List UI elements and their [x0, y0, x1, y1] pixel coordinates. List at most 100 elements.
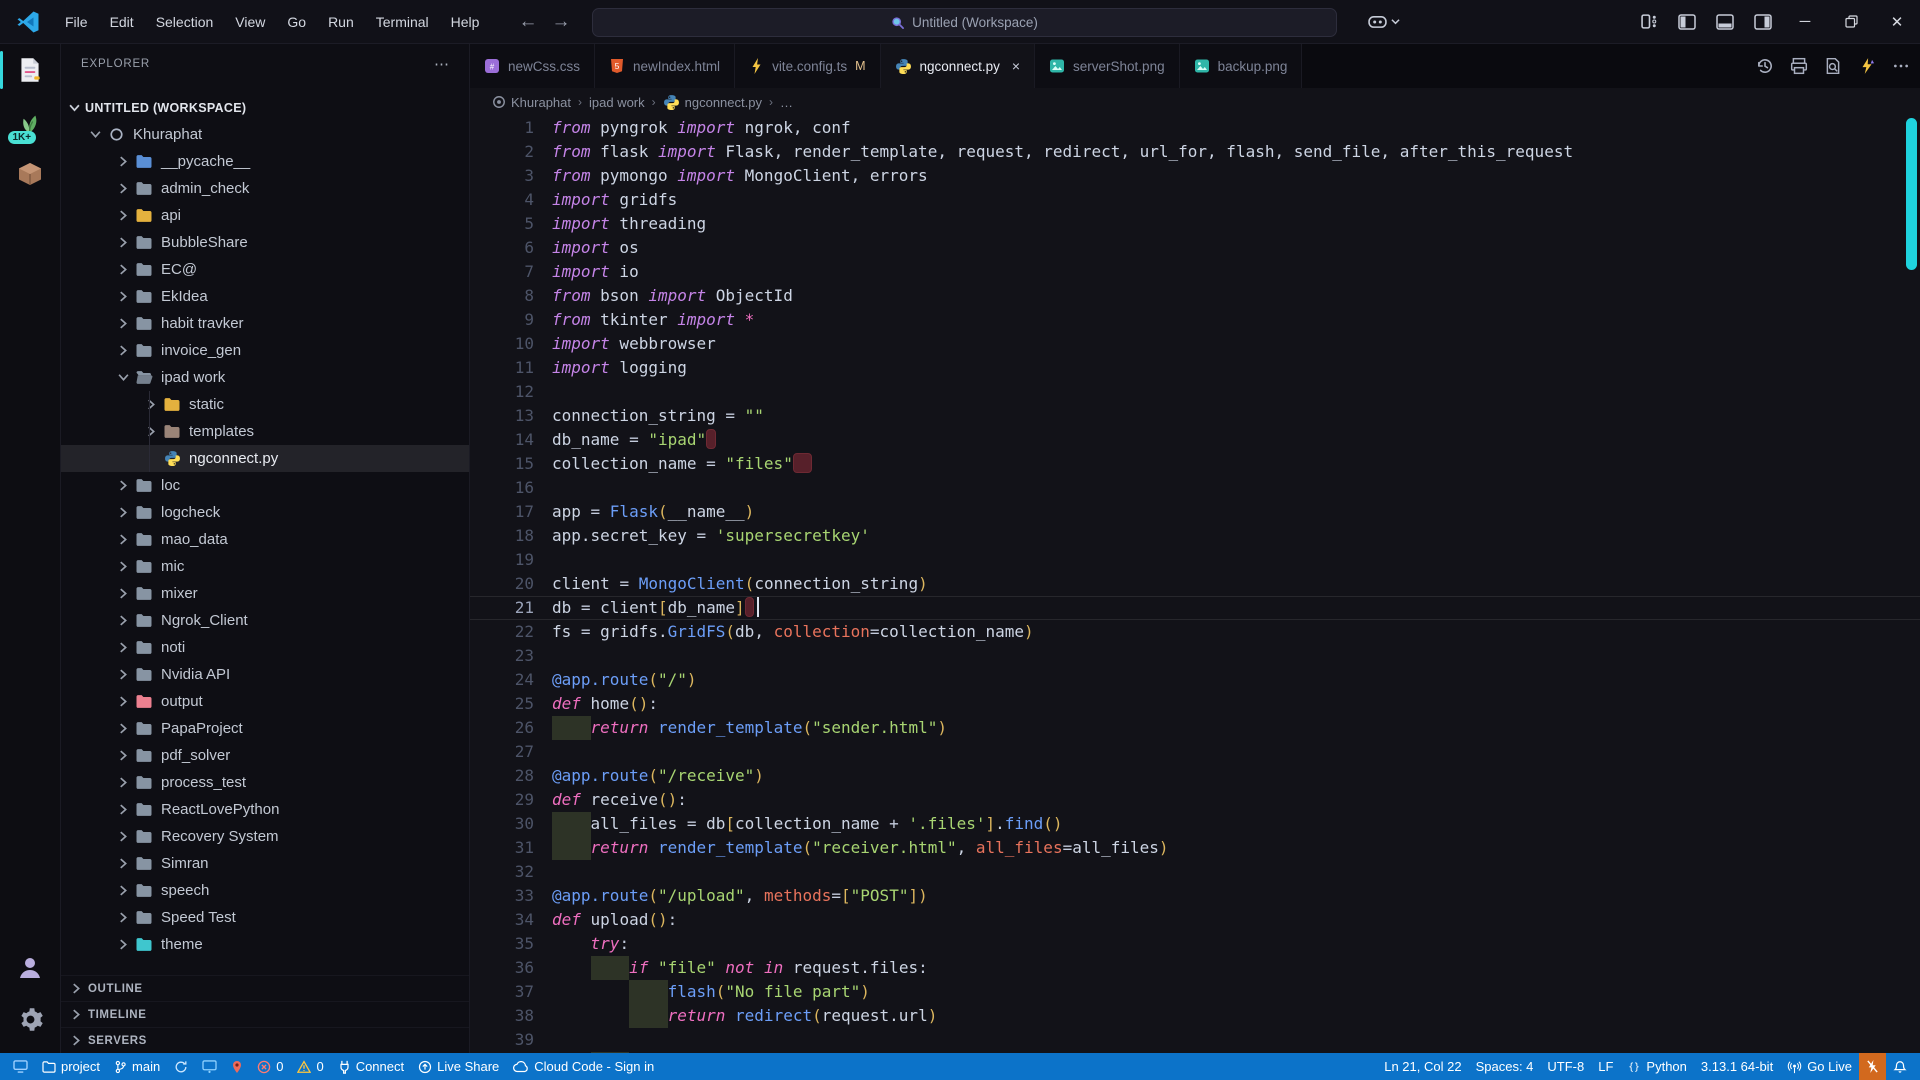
chevron-down-icon[interactable]: [87, 129, 103, 140]
chevron-right-icon[interactable]: [115, 156, 131, 167]
statusbar-sync[interactable]: [167, 1053, 195, 1080]
code-line-31[interactable]: 31return render_template("receiver.html"…: [470, 836, 1920, 860]
statusbar-git-branch[interactable]: main: [107, 1053, 167, 1080]
code-line-25[interactable]: 25def home():: [470, 692, 1920, 716]
chevron-right-icon[interactable]: [115, 264, 131, 275]
close-button[interactable]: ✕: [1874, 0, 1920, 44]
statusbar-live-share[interactable]: Live Share: [411, 1053, 506, 1080]
menu-view[interactable]: View: [224, 8, 276, 36]
tree-item-nvidia-api[interactable]: Nvidia API: [61, 661, 469, 688]
code-line-7[interactable]: 7import io: [470, 260, 1920, 284]
code-line-26[interactable]: 26return render_template("sender.html"): [470, 716, 1920, 740]
statusbar-interpreter[interactable]: 3.13.1 64-bit: [1694, 1053, 1780, 1080]
tree-item-ngrok-client[interactable]: Ngrok_Client: [61, 607, 469, 634]
statusbar-project[interactable]: project: [35, 1053, 107, 1080]
chevron-right-icon[interactable]: [115, 480, 131, 491]
more-icon[interactable]: [1892, 57, 1910, 75]
code-line-13[interactable]: 13connection_string = "": [470, 404, 1920, 428]
code-line-11[interactable]: 11import logging: [470, 356, 1920, 380]
breadcrumb-item[interactable]: Khuraphat: [492, 95, 571, 110]
statusbar-pin[interactable]: [224, 1053, 250, 1080]
activitybar-explorer[interactable]: [0, 44, 61, 96]
chevron-right-icon[interactable]: [115, 507, 131, 518]
chevron-right-icon[interactable]: [115, 642, 131, 653]
chevron-right-icon[interactable]: [115, 561, 131, 572]
code-line-36[interactable]: 36 if "file" not in request.files:: [470, 956, 1920, 980]
tree-item-ec-[interactable]: EC@: [61, 256, 469, 283]
code-editor[interactable]: 1from pyngrok import ngrok, conf2from fl…: [470, 116, 1920, 1053]
tab-close-icon[interactable]: ×: [1012, 58, 1020, 74]
statusbar-connect[interactable]: Connect: [331, 1053, 411, 1080]
code-line-20[interactable]: 20client = MongoClient(connection_string…: [470, 572, 1920, 596]
code-line-15[interactable]: 15collection_name = "files": [470, 452, 1920, 476]
code-line-14[interactable]: 14db_name = "ipad": [470, 428, 1920, 452]
tree-item-habit-travker[interactable]: habit travker: [61, 310, 469, 337]
chevron-right-icon[interactable]: [115, 588, 131, 599]
chevron-right-icon[interactable]: [115, 696, 131, 707]
toggle-panel-icon[interactable]: [1706, 0, 1744, 43]
code-line-24[interactable]: 24@app.route("/"): [470, 668, 1920, 692]
statusbar-encoding[interactable]: UTF-8: [1540, 1053, 1591, 1080]
customize-layout-icon[interactable]: [1630, 0, 1668, 43]
code-line-33[interactable]: 33@app.route("/upload", methods=["POST"]…: [470, 884, 1920, 908]
chevron-right-icon[interactable]: [115, 669, 131, 680]
chevron-right-icon[interactable]: [143, 399, 159, 410]
code-line-27[interactable]: 27: [470, 740, 1920, 764]
tree-item-ipad-work[interactable]: ipad work: [61, 364, 469, 391]
section-timeline[interactable]: TIMELINE: [61, 1001, 469, 1027]
tree-item-speech[interactable]: speech: [61, 877, 469, 904]
code-line-35[interactable]: 35 try:: [470, 932, 1920, 956]
code-line-18[interactable]: 18app.secret_key = 'supersecretkey': [470, 524, 1920, 548]
statusbar-indentation[interactable]: Spaces: 4: [1469, 1053, 1541, 1080]
chevron-right-icon[interactable]: [115, 210, 131, 221]
tree-item-invoice-gen[interactable]: invoice_gen: [61, 337, 469, 364]
print-icon[interactable]: [1790, 57, 1808, 75]
chevron-right-icon[interactable]: [115, 723, 131, 734]
back-button[interactable]: ←: [518, 11, 537, 33]
tree-item-mic[interactable]: mic: [61, 553, 469, 580]
chevron-right-icon[interactable]: [115, 804, 131, 815]
menu-go[interactable]: Go: [276, 8, 317, 36]
chevron-right-icon[interactable]: [115, 777, 131, 788]
history-icon[interactable]: [1756, 57, 1774, 75]
minimize-button[interactable]: ─: [1782, 0, 1828, 44]
maximize-button[interactable]: [1828, 0, 1874, 44]
command-center-search[interactable]: Untitled (Workspace): [592, 8, 1337, 37]
activitybar-extensions[interactable]: 1K+: [0, 96, 61, 148]
section-outline[interactable]: OUTLINE: [61, 975, 469, 1001]
tree-item-noti[interactable]: noti: [61, 634, 469, 661]
statusbar-cursor-position[interactable]: Ln 21, Col 22: [1377, 1053, 1468, 1080]
chevron-right-icon[interactable]: [115, 345, 131, 356]
chevron-right-icon[interactable]: [115, 885, 131, 896]
tree-item-output[interactable]: output: [61, 688, 469, 715]
chevron-right-icon[interactable]: [115, 912, 131, 923]
statusbar-notifications[interactable]: [1886, 1053, 1914, 1080]
chevron-down-icon[interactable]: [115, 372, 131, 383]
code-line-6[interactable]: 6import os: [470, 236, 1920, 260]
code-line-22[interactable]: 22fs = gridfs.GridFS(db, collection=coll…: [470, 620, 1920, 644]
tree-item-loc[interactable]: loc: [61, 472, 469, 499]
statusbar-errors[interactable]: 0: [250, 1053, 290, 1080]
chevron-right-icon[interactable]: [115, 831, 131, 842]
tree-item-logcheck[interactable]: logcheck: [61, 499, 469, 526]
activitybar-package[interactable]: [0, 148, 61, 200]
copilot-button[interactable]: [1368, 14, 1400, 29]
tree-item-pdf-solver[interactable]: pdf_solver: [61, 742, 469, 769]
scrollbar-thumb[interactable]: [1906, 118, 1917, 270]
chevron-right-icon[interactable]: [115, 615, 131, 626]
tree-item-ekidea[interactable]: EkIdea: [61, 283, 469, 310]
chevron-right-icon[interactable]: [115, 291, 131, 302]
code-line-39[interactable]: 39: [470, 1028, 1920, 1052]
tab-newindex.html[interactable]: 5newIndex.html: [595, 44, 735, 88]
statusbar-screencast[interactable]: [195, 1053, 224, 1080]
code-line-28[interactable]: 28@app.route("/receive"): [470, 764, 1920, 788]
tree-item-mixer[interactable]: mixer: [61, 580, 469, 607]
tree-item-theme[interactable]: theme: [61, 931, 469, 958]
code-line-3[interactable]: 3from pymongo import MongoClient, errors: [470, 164, 1920, 188]
chevron-right-icon[interactable]: [115, 534, 131, 545]
code-line-1[interactable]: 1from pyngrok import ngrok, conf: [470, 116, 1920, 140]
chevron-right-icon[interactable]: [143, 426, 159, 437]
code-line-23[interactable]: 23: [470, 644, 1920, 668]
code-line-9[interactable]: 9from tkinter import *: [470, 308, 1920, 332]
statusbar-reload-disabled[interactable]: [1859, 1053, 1886, 1080]
